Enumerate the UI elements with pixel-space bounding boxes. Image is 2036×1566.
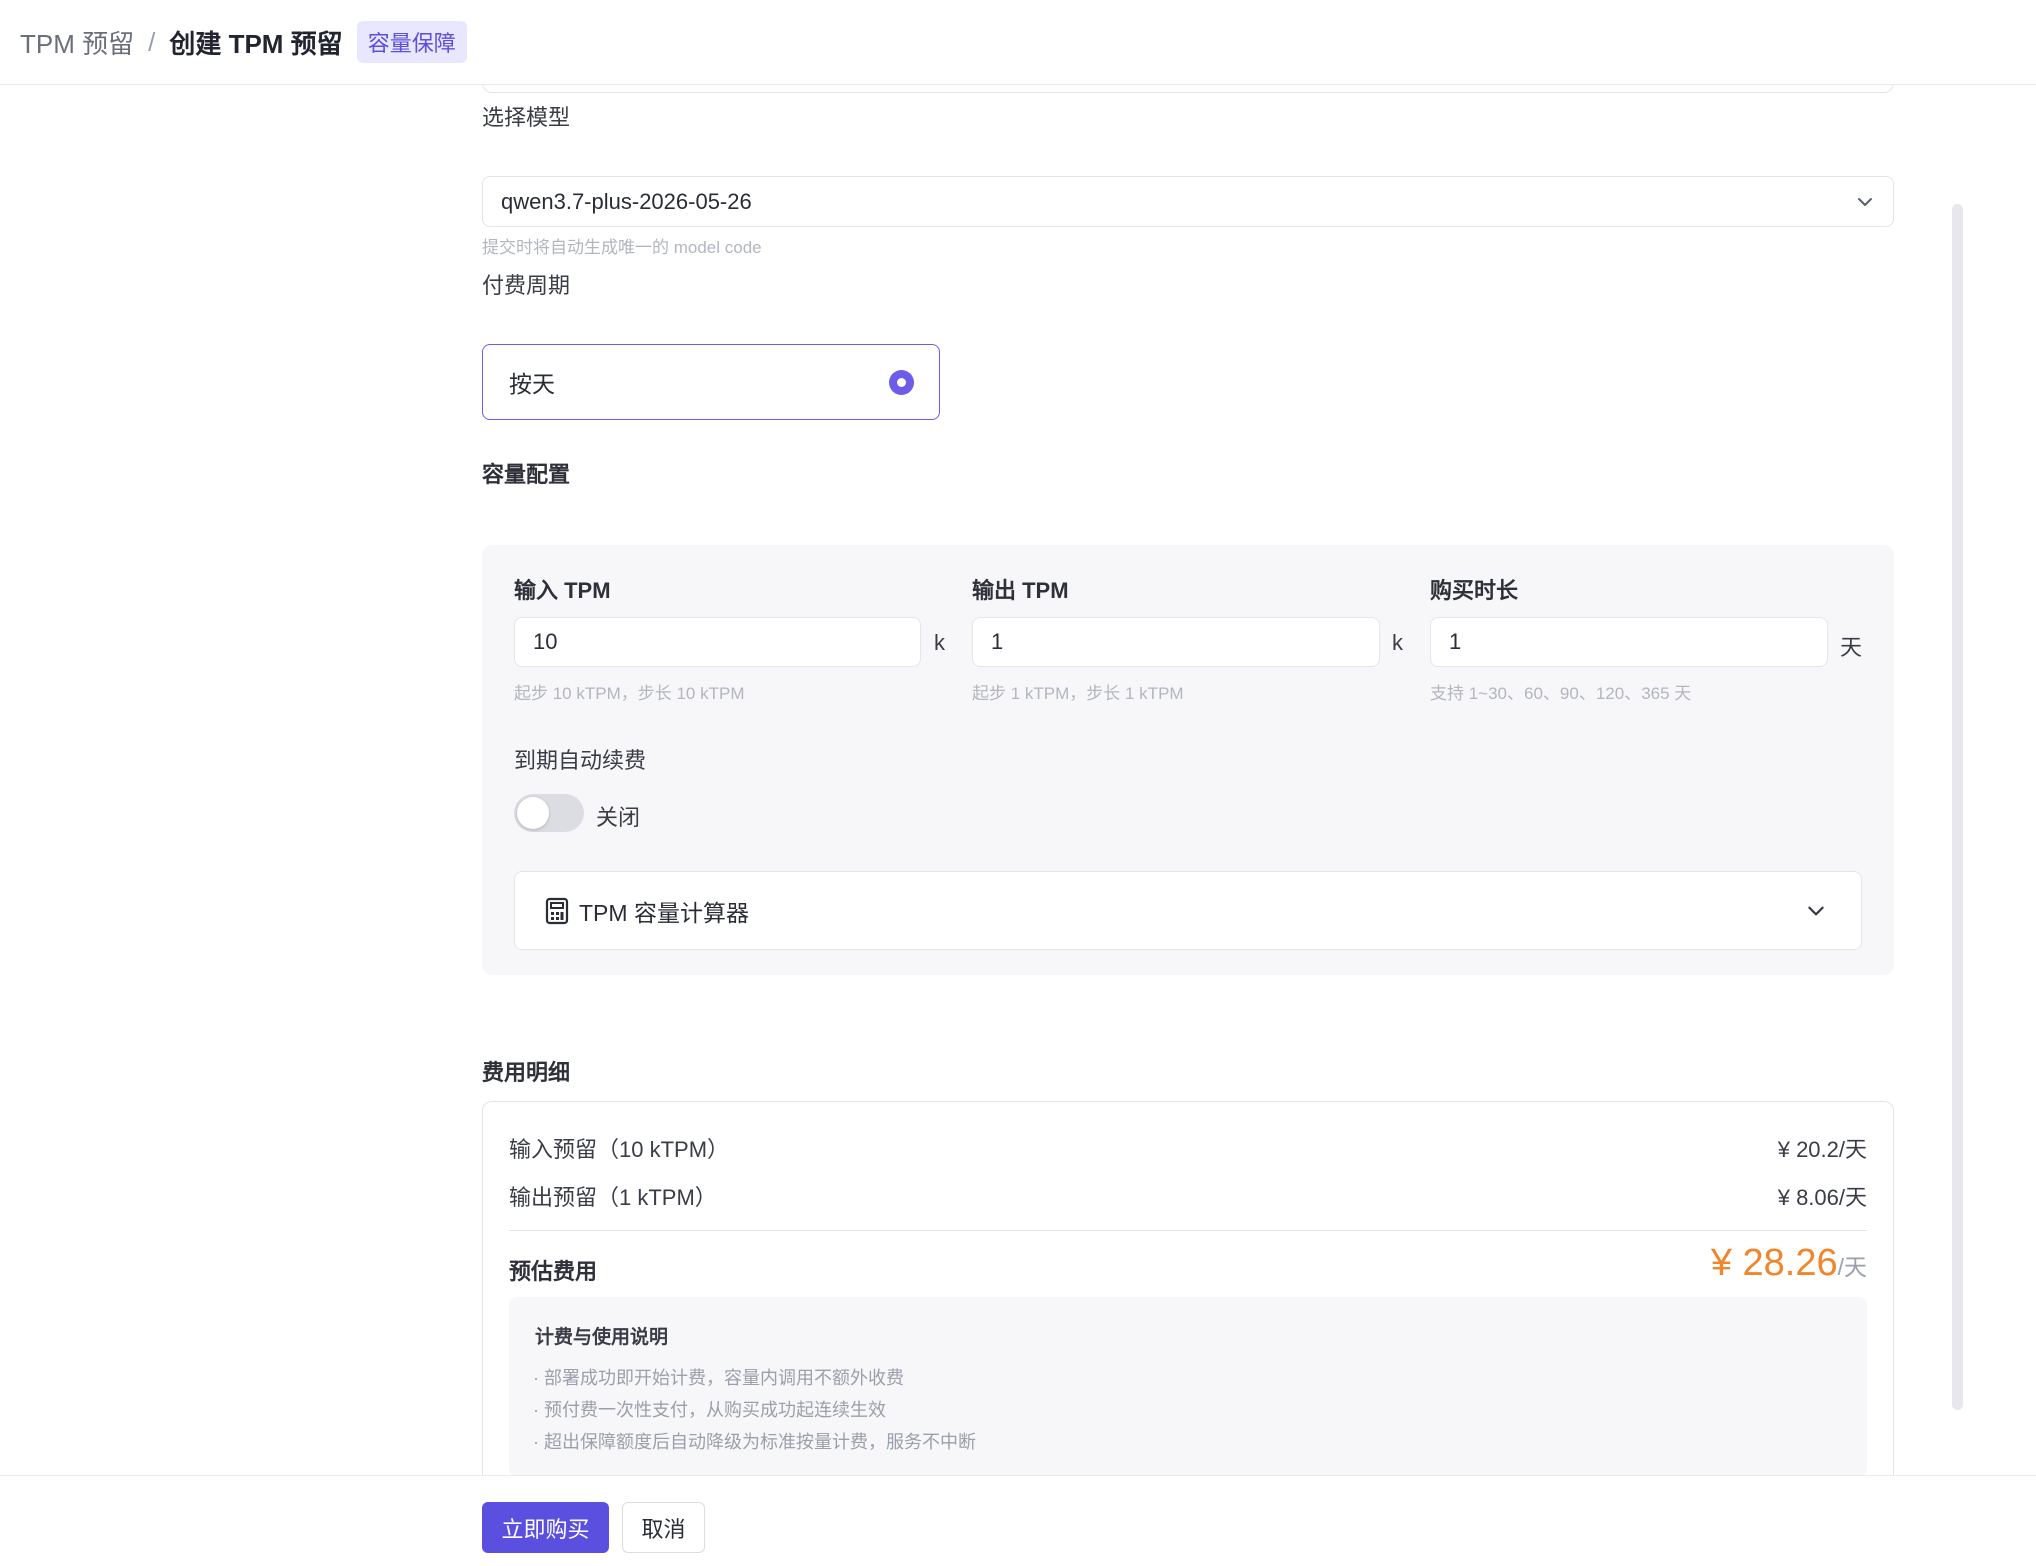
billing-notes-title: 计费与使用说明 — [535, 1327, 669, 1348]
calculator-icon — [545, 897, 569, 924]
estimated-fee-label: 预估费用 — [509, 1259, 598, 1284]
tpm-calculator-label: TPM 容量计算器 — [579, 899, 749, 926]
duration-field[interactable]: 1 — [1430, 617, 1828, 667]
output-tpm-hint: 起步 1 kTPM，步长 1 kTPM — [972, 684, 1184, 703]
model-select-value: qwen3.7-plus-2026-05-26 — [501, 188, 752, 214]
duration-value: 1 — [1449, 629, 1462, 654]
model-label: 选择模型 — [482, 105, 571, 130]
radio-selected-icon[interactable] — [889, 370, 914, 395]
billing-period-label: 付费周期 — [482, 273, 571, 298]
vertical-scrollbar[interactable] — [1952, 204, 1963, 1410]
auto-renew-label: 到期自动续费 — [514, 748, 647, 773]
estimated-fee-unit: /天 — [1837, 1254, 1867, 1280]
capacity-panel: 输入 TPM 10 k 起步 10 kTPM，步长 10 kTPM 输出 TPM… — [482, 545, 1894, 975]
duration-hint: 支持 1~30、60、90、120、365 天 — [1430, 684, 1692, 703]
tpm-calculator-toggle[interactable]: TPM 容量计算器 — [514, 871, 1862, 950]
chevron-down-icon — [1808, 906, 1824, 916]
previous-section-card — [482, 85, 1894, 93]
output-tpm-value: 1 — [991, 629, 1004, 654]
input-tpm-value: 10 — [533, 629, 558, 654]
fee-row-label: 输出预留（1 kTPM） — [509, 1185, 717, 1210]
model-select[interactable]: qwen3.7-plus-2026-05-26 — [482, 176, 1894, 227]
fee-row-input: 输入预留（10 kTPM） ¥ 20.2/天 — [509, 1132, 1867, 1164]
billing-note: · 预付费一次性支付，从购买成功起连续生效 — [533, 1400, 886, 1420]
billing-period-option-label: 按天 — [509, 371, 555, 397]
billing-note: · 超出保障额度后自动降级为标准按量计费，服务不中断 — [533, 1432, 976, 1452]
fee-details-card: 输入预留（10 kTPM） ¥ 20.2/天 输出预留（1 kTPM） ¥ 8.… — [482, 1101, 1894, 1475]
fee-divider — [509, 1230, 1867, 1231]
fee-row-amount: ¥ 8.06/天 — [1777, 1185, 1867, 1210]
auto-renew-toggle[interactable] — [514, 794, 584, 832]
toggle-knob — [517, 797, 549, 829]
estimated-fee-total: ¥ 28.26 /天 — [1711, 1242, 1867, 1285]
output-tpm-label: 输出 TPM — [972, 578, 1069, 603]
output-tpm-field[interactable]: 1 — [972, 617, 1380, 667]
billing-period-daily-option[interactable]: 按天 — [482, 344, 940, 420]
output-tpm-unit: k — [1392, 630, 1403, 655]
capacity-guarantee-badge: 容量保障 — [356, 21, 467, 63]
form-content: 选择模型 qwen3.7-plus-2026-05-26 提交时将自动生成唯一的… — [482, 85, 1894, 1475]
input-tpm-field[interactable]: 10 — [514, 617, 921, 667]
model-hint: 提交时将自动生成唯一的 model code — [482, 238, 762, 257]
cancel-button[interactable]: 取消 — [622, 1502, 705, 1553]
chevron-down-icon — [1858, 198, 1872, 206]
input-tpm-hint: 起步 10 kTPM，步长 10 kTPM — [514, 684, 745, 703]
auto-renew-state: 关闭 — [596, 805, 641, 830]
breadcrumb: TPM 预留 / 创建 TPM 预留 容量保障 — [20, 21, 467, 63]
breadcrumb-separator: / — [148, 26, 156, 57]
footer-action-bar: 立即购买 取消 — [0, 1475, 2036, 1566]
page-title: 创建 TPM 预留 — [169, 28, 343, 59]
input-tpm-unit: k — [934, 630, 945, 655]
fee-row-label: 输入预留（10 kTPM） — [509, 1137, 730, 1162]
estimated-fee-amount: ¥ 28.26 — [1710, 1242, 1838, 1284]
buy-now-button[interactable]: 立即购买 — [482, 1502, 609, 1553]
duration-label: 购买时长 — [1430, 578, 1519, 603]
billing-notes-box: 计费与使用说明 · 部署成功即开始计费，容量内调用不额外收费 · 预付费一次性支… — [509, 1297, 1867, 1475]
input-tpm-label: 输入 TPM — [514, 578, 611, 603]
fee-row-amount: ¥ 20.2/天 — [1777, 1137, 1867, 1162]
fee-row-output: 输出预留（1 kTPM） ¥ 8.06/天 — [509, 1180, 1867, 1212]
billing-note: · 部署成功即开始计费，容量内调用不额外收费 — [533, 1368, 904, 1388]
breadcrumb-parent-link[interactable]: TPM 预留 — [20, 24, 134, 61]
capacity-section-title: 容量配置 — [482, 462, 571, 487]
fees-section-title: 费用明细 — [482, 1060, 571, 1085]
duration-unit: 天 — [1840, 635, 1863, 660]
top-header: TPM 预留 / 创建 TPM 预留 容量保障 — [0, 0, 2036, 85]
